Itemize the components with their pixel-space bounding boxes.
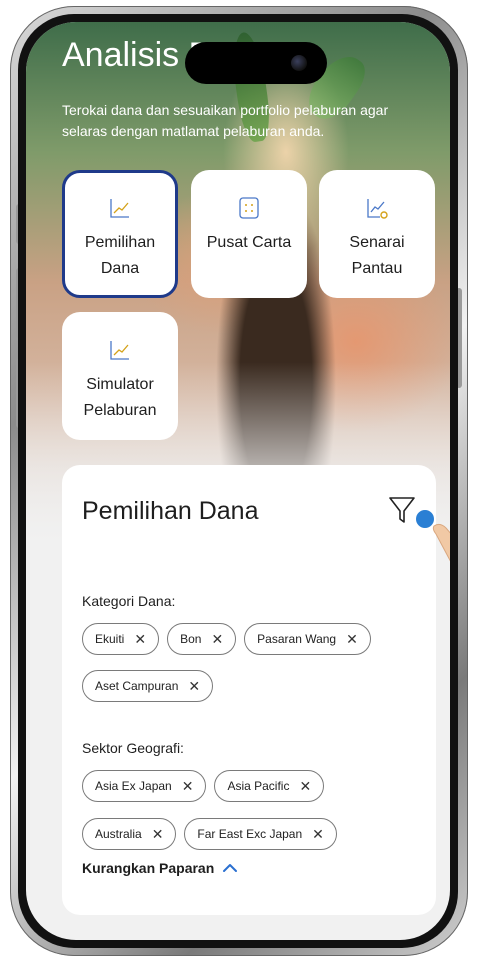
funnel-icon[interactable] xyxy=(388,495,416,525)
tile-label: Pemilihan Dana xyxy=(84,234,156,277)
card-title: Pemilihan Dana xyxy=(82,497,259,525)
dynamic-island xyxy=(185,42,327,84)
remove-icon[interactable]: ✕ xyxy=(134,632,146,646)
chevron-up-icon xyxy=(223,864,238,872)
category-label: Kategori Dana: xyxy=(82,593,176,609)
remove-icon[interactable]: ✕ xyxy=(182,779,194,793)
chip-aset-campuran[interactable]: Aset Campuran ✕ xyxy=(82,670,214,702)
tile-simulator-pelaburan[interactable]: Simulator Pelaburan xyxy=(62,312,178,440)
remove-icon[interactable]: ✕ xyxy=(346,632,358,646)
region-chip-row: Australia ✕ Far East Exc Japan ✕ xyxy=(82,818,337,850)
remove-icon[interactable]: ✕ xyxy=(188,679,200,693)
chip-label: Australia xyxy=(95,827,142,841)
tile-label: Senarai Pantau xyxy=(349,234,405,277)
chip-label: Ekuiti xyxy=(95,632,125,646)
chip-asia-pacific[interactable]: Asia Pacific ✕ xyxy=(214,770,325,802)
fund-filter-card: Pemilihan Dana Kategori Dana: Ekuiti ✕ B… xyxy=(62,465,450,915)
page-subtitle: Terokai dana dan sesuaikan portfolio pel… xyxy=(62,102,389,139)
chip-label: Asia Ex Japan xyxy=(95,779,172,793)
show-less-button[interactable]: Kurangkan Paparan xyxy=(82,860,238,876)
remove-icon[interactable]: ✕ xyxy=(152,827,164,841)
chip-far-east-exc-japan[interactable]: Far East Exc Japan ✕ xyxy=(184,818,337,850)
chip-label: Far East Exc Japan xyxy=(197,827,303,841)
chip-asia-ex-japan[interactable]: Asia Ex Japan ✕ xyxy=(82,770,207,802)
tile-pemilihan-dana[interactable]: Pemilihan Dana xyxy=(62,170,178,298)
remove-icon[interactable]: ✕ xyxy=(312,827,324,841)
tile-pusat-carta[interactable]: Pusat Carta xyxy=(191,170,307,298)
show-less-label: Kurangkan Paparan xyxy=(82,860,215,876)
chip-label: Bon xyxy=(180,632,202,646)
category-chip-row: Aset Campuran ✕ xyxy=(82,670,214,702)
app-screen: Analisis D Terokai dana dan sesuaikan po… xyxy=(26,22,450,940)
region-chip-row: Asia Ex Japan ✕ Asia Pacific ✕ xyxy=(82,770,325,802)
chip-bon[interactable]: Bon ✕ xyxy=(167,623,237,655)
chip-australia[interactable]: Australia ✕ xyxy=(82,818,177,850)
chip-pasaran-wang[interactable]: Pasaran Wang ✕ xyxy=(244,623,371,655)
line-chart-icon xyxy=(110,199,129,218)
watchlist-chart-icon xyxy=(367,199,388,219)
tile-label: Simulator Pelaburan xyxy=(83,376,157,419)
category-chip-row: Ekuiti ✕ Bon ✕ Pasaran Wang ✕ xyxy=(82,623,371,655)
pointing-hand-icon xyxy=(432,523,450,562)
chart-center-icon xyxy=(239,197,259,219)
chip-label: Asia Pacific xyxy=(227,779,290,793)
tile-senarai-pantau[interactable]: Senarai Pantau xyxy=(319,170,435,298)
remove-icon[interactable]: ✕ xyxy=(299,779,311,793)
remove-icon[interactable]: ✕ xyxy=(211,632,223,646)
chip-label: Aset Campuran xyxy=(95,679,179,693)
chip-label: Pasaran Wang xyxy=(257,632,337,646)
line-chart-icon xyxy=(110,341,129,360)
tile-label: Pusat Carta xyxy=(206,234,292,251)
chip-ekuiti[interactable]: Ekuiti ✕ xyxy=(82,623,160,655)
region-label: Sektor Geografi: xyxy=(82,740,184,756)
camera-lens xyxy=(291,55,307,71)
